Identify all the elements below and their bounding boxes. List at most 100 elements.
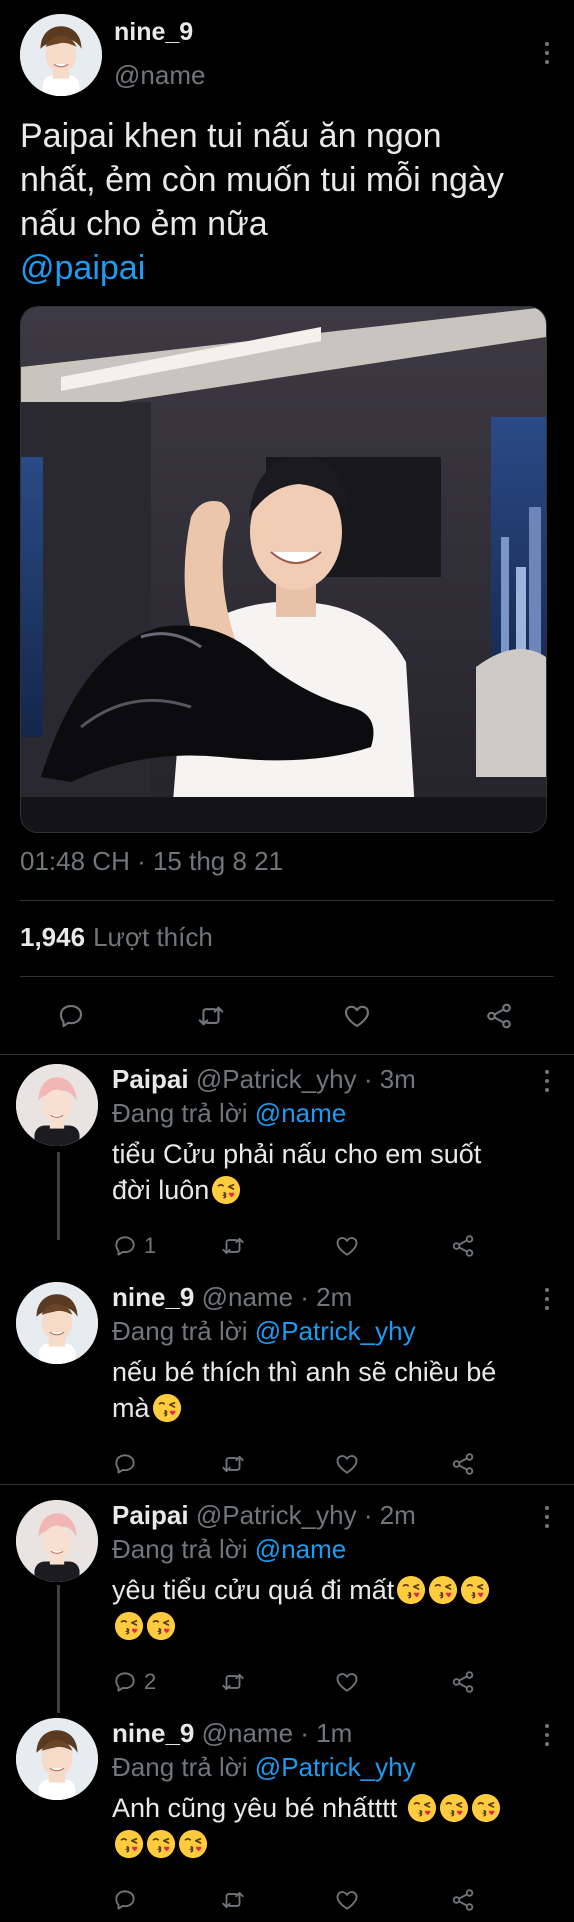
- avatar[interactable]: [16, 1282, 98, 1364]
- heart-icon: [334, 1669, 360, 1695]
- avatar[interactable]: [16, 1718, 98, 1800]
- reply-tweet[interactable]: Paipai @Patrick_yhy · 2m Đang trả lời @n…: [16, 1500, 558, 1700]
- more-icon[interactable]: [544, 1070, 550, 1092]
- heart-icon: [334, 1233, 360, 1259]
- face-blowing-kiss-icon: [146, 1611, 176, 1641]
- author-meta: @Patrick_yhy · 2m: [195, 1500, 416, 1530]
- replying-to-link[interactable]: @name: [255, 1098, 346, 1128]
- author-handle[interactable]: @name: [114, 60, 205, 91]
- reply-button[interactable]: [112, 1878, 144, 1922]
- replying-to-link[interactable]: @Patrick_yhy: [255, 1752, 416, 1782]
- share-icon: [450, 1233, 476, 1259]
- retweet-icon: [220, 1233, 246, 1259]
- reply-text-content: nếu bé thích thì anh sẽ chiều bé: [112, 1357, 497, 1387]
- reply-action-bar: 2: [112, 1660, 532, 1704]
- reply-text-content: yêu tiểu cửu quá đi mất: [112, 1575, 395, 1605]
- heart-icon: [334, 1451, 360, 1477]
- more-icon[interactable]: [544, 1506, 550, 1528]
- reply-text: nếu bé thích thì anh sẽ chiều bé mà: [112, 1354, 542, 1426]
- replying-to-link[interactable]: @name: [255, 1534, 346, 1564]
- divider: [0, 1054, 574, 1055]
- retweet-button[interactable]: [220, 1224, 246, 1268]
- like-button[interactable]: [334, 1660, 360, 1704]
- avatar[interactable]: [16, 1500, 98, 1582]
- tweet-photo[interactable]: [20, 306, 547, 833]
- like-button[interactable]: [342, 994, 372, 1038]
- retweet-icon: [220, 1669, 246, 1695]
- face-blowing-kiss-icon: [460, 1575, 490, 1605]
- like-button[interactable]: [334, 1878, 360, 1922]
- face-blowing-kiss-icon: [439, 1793, 469, 1823]
- author-meta: @name · 2m: [201, 1282, 353, 1312]
- mention-link[interactable]: @paipai: [20, 246, 554, 290]
- reply-action-bar: [112, 1878, 532, 1922]
- face-blowing-kiss-icon: [178, 1829, 208, 1859]
- face-blowing-kiss-icon: [396, 1575, 426, 1605]
- retweet-icon: [196, 1001, 226, 1031]
- reply-icon: [56, 1001, 86, 1031]
- face-blowing-kiss-icon: [211, 1175, 241, 1205]
- reply-text-line: [112, 1608, 542, 1644]
- reply-text-line: [112, 1826, 542, 1862]
- retweet-icon: [220, 1887, 246, 1913]
- avatar[interactable]: [20, 14, 102, 96]
- share-button[interactable]: [450, 1442, 476, 1486]
- share-button[interactable]: [450, 1660, 476, 1704]
- reply-tweet[interactable]: Paipai @Patrick_yhy · 3m Đang trả lời @n…: [16, 1064, 558, 1264]
- author-name[interactable]: Paipai: [112, 1500, 189, 1530]
- reply-button[interactable]: 2: [112, 1660, 156, 1704]
- tweet-text: Paipai khen tui nấu ăn ngon nhất, ẻm còn…: [20, 114, 554, 290]
- replying-to: Đang trả lời @name: [112, 1534, 346, 1565]
- reply-header: nine_9 @name · 1m: [112, 1718, 352, 1749]
- like-button[interactable]: [334, 1442, 360, 1486]
- more-icon[interactable]: [544, 1288, 550, 1310]
- retweet-button[interactable]: [220, 1660, 246, 1704]
- reply-icon: [112, 1887, 138, 1913]
- reply-text-content: Anh cũng yêu bé nhấtttt: [112, 1793, 405, 1823]
- author-name[interactable]: Paipai: [112, 1064, 189, 1094]
- reply-text-line: Anh cũng yêu bé nhấtttt: [112, 1790, 542, 1826]
- replying-prefix: Đang trả lời: [112, 1752, 248, 1782]
- reply-text: tiểu Cửu phải nấu cho em suốt đời luôn: [112, 1136, 542, 1208]
- main-tweet-header: nine_9 @name: [20, 14, 554, 98]
- heart-icon: [334, 1887, 360, 1913]
- avatar[interactable]: [16, 1064, 98, 1146]
- tweet-timestamp[interactable]: 01:48 CH · 15 thg 8 21: [20, 846, 283, 877]
- tweet-text-line: nấu cho ẻm nữa: [20, 205, 268, 243]
- more-icon[interactable]: [544, 42, 550, 64]
- retweet-button[interactable]: [220, 1878, 246, 1922]
- reply-text-line: đời luôn: [112, 1172, 542, 1208]
- reply-button[interactable]: 1: [112, 1224, 156, 1268]
- author-meta: @name · 1m: [201, 1718, 353, 1748]
- share-button[interactable]: [450, 1878, 476, 1922]
- reply-tweet[interactable]: nine_9 @name · 2m Đang trả lời @Patrick_…: [16, 1282, 558, 1482]
- reply-text: Anh cũng yêu bé nhấtttt: [112, 1790, 542, 1862]
- author-name[interactable]: nine_9: [112, 1282, 194, 1312]
- reply-action-bar: [112, 1442, 532, 1486]
- replying-to: Đang trả lời @Patrick_yhy: [112, 1752, 416, 1783]
- replying-to: Đang trả lời @Patrick_yhy: [112, 1316, 416, 1347]
- replying-to-link[interactable]: @Patrick_yhy: [255, 1316, 416, 1346]
- replying-to: Đang trả lời @name: [112, 1098, 346, 1129]
- retweet-button[interactable]: [196, 994, 226, 1038]
- replying-prefix: Đang trả lời: [112, 1098, 248, 1128]
- author-meta: @Patrick_yhy · 3m: [195, 1064, 416, 1094]
- heart-icon: [342, 1001, 372, 1031]
- likes-stat[interactable]: 1,946 Lượt thích: [20, 922, 213, 953]
- share-button[interactable]: [450, 1224, 476, 1268]
- like-button[interactable]: [334, 1224, 360, 1268]
- retweet-button[interactable]: [220, 1442, 246, 1486]
- divider: [0, 1484, 574, 1485]
- reply-tweet[interactable]: nine_9 @name · 1m Đang trả lời @Patrick_…: [16, 1718, 558, 1918]
- reply-button[interactable]: [56, 994, 86, 1038]
- likes-count: 1,946: [20, 922, 86, 952]
- share-button[interactable]: [484, 994, 514, 1038]
- author-name[interactable]: nine_9: [112, 1718, 194, 1748]
- more-icon[interactable]: [544, 1724, 550, 1746]
- face-blowing-kiss-icon: [114, 1611, 144, 1641]
- reply-button[interactable]: [112, 1442, 144, 1486]
- replying-prefix: Đang trả lời: [112, 1534, 248, 1564]
- reply-text-content: đời luôn: [112, 1175, 210, 1205]
- author-name[interactable]: nine_9: [114, 18, 193, 47]
- share-icon: [450, 1669, 476, 1695]
